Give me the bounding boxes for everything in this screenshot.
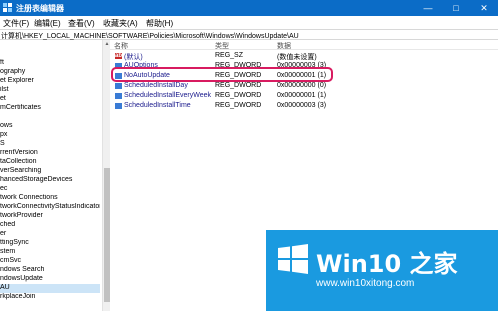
dword-value-icon <box>115 93 122 99</box>
value-data: 0x00000003 (3) <box>277 102 327 109</box>
value-type: REG_DWORD <box>215 92 262 99</box>
tree-item-selected[interactable]: AU <box>0 284 100 293</box>
minimize-button[interactable]: — <box>414 0 442 16</box>
tree-item[interactable]: px <box>0 131 100 140</box>
tree-item[interactable]: hancedStorageDevices <box>0 176 100 185</box>
table-row[interactable]: ScheduledInstallDay REG_DWORD 0x00000000… <box>110 82 498 90</box>
tree-item[interactable]: ndowsUpdate <box>0 275 100 284</box>
value-name: ScheduledInstallDay <box>124 82 188 89</box>
tree-item[interactable]: S <box>0 140 100 149</box>
table-row[interactable]: ScheduledInstallTime REG_DWORD 0x0000000… <box>110 102 498 110</box>
value-type: REG_SZ <box>215 52 244 59</box>
watermark-brand: Win10 之家 <box>316 250 458 278</box>
tree-item[interactable]: ttingSync <box>0 239 100 248</box>
tree-item[interactable]: tworkProvider <box>0 212 100 221</box>
tree-item[interactable]: er <box>0 230 100 239</box>
tree-item[interactable]: et <box>0 95 100 104</box>
string-value-icon: ab <box>115 53 123 59</box>
tree-item[interactable] <box>0 113 100 122</box>
menu-view[interactable]: 查看(V) <box>68 18 95 29</box>
tree-item[interactable]: ec <box>0 185 100 194</box>
menu-file[interactable]: 文件(F) <box>3 18 29 29</box>
table-row[interactable]: ab (默认) REG_SZ (数值未设置) <box>110 52 498 61</box>
column-name[interactable]: 名称 <box>114 41 128 51</box>
value-data: 0x00000001 (1) <box>277 92 327 99</box>
value-name: ScheduledInstallTime <box>124 102 191 109</box>
column-type[interactable]: 类型 <box>215 41 229 51</box>
menu-favorites[interactable]: 收藏夹(A) <box>103 18 138 29</box>
tree-item[interactable]: twork Connections <box>0 194 100 203</box>
tree-scrollbar[interactable]: ▲ <box>102 40 110 311</box>
tree-item[interactable]: rrentVersion <box>0 149 100 158</box>
menu-edit[interactable]: 编辑(E) <box>34 18 61 29</box>
maximize-button[interactable]: □ <box>442 0 470 16</box>
windows-logo-icon <box>278 244 308 274</box>
regedit-app-icon <box>3 3 12 12</box>
list-header: 名称 类型 数据 <box>110 40 498 50</box>
tree-item[interactable]: mCertificates <box>0 104 100 113</box>
tree-item[interactable]: rkplaceJoin <box>0 293 100 302</box>
watermark-url: www.win10xitong.com <box>316 278 415 289</box>
highlight-annotation <box>111 67 333 82</box>
menu-help[interactable]: 帮助(H) <box>146 18 173 29</box>
window-title: 注册表编辑器 <box>16 4 64 13</box>
value-name: ScheduledInstallEveryWeek <box>124 92 212 99</box>
watermark-logo: Win10 之家 www.win10xitong.com <box>266 230 498 311</box>
menu-bar: 文件(F) 编辑(E) 查看(V) 收藏夹(A) 帮助(H) <box>0 16 498 29</box>
value-type: REG_DWORD <box>215 102 262 109</box>
tree-item[interactable]: tworkConnectivityStatusIndicator <box>0 203 100 212</box>
registry-tree: ft ography et Explorer ilst et mCertific… <box>0 40 102 311</box>
close-button[interactable]: ✕ <box>470 0 498 16</box>
tree-item[interactable]: ft <box>0 59 100 68</box>
address-bar[interactable]: 计算机\HKEY_LOCAL_MACHINE\SOFTWARE\Policies… <box>0 29 498 40</box>
tree-item[interactable]: stem <box>0 248 100 257</box>
tree-item[interactable]: ilst <box>0 86 100 95</box>
tree-item[interactable]: et Explorer <box>0 77 100 86</box>
dword-value-icon <box>115 83 122 89</box>
title-bar: 注册表编辑器 — □ ✕ <box>0 0 498 16</box>
column-data[interactable]: 数据 <box>277 41 291 51</box>
tree-item[interactable]: ows <box>0 122 100 131</box>
tree-item[interactable]: ched <box>0 221 100 230</box>
value-type: REG_DWORD <box>215 82 262 89</box>
tree-item[interactable]: ography <box>0 68 100 77</box>
tree-item[interactable]: verSearching <box>0 167 100 176</box>
tree-item[interactable]: ndows Search <box>0 266 100 275</box>
dword-value-icon <box>115 103 122 109</box>
value-data: (数值未设置) <box>277 54 317 61</box>
tree-item[interactable]: taCollection <box>0 158 100 167</box>
value-data: 0x00000000 (0) <box>277 82 327 89</box>
tree-item[interactable]: cmSvc <box>0 257 100 266</box>
table-row[interactable]: ScheduledInstallEveryWeek REG_DWORD 0x00… <box>110 92 498 100</box>
value-name: (默认) <box>124 54 143 61</box>
